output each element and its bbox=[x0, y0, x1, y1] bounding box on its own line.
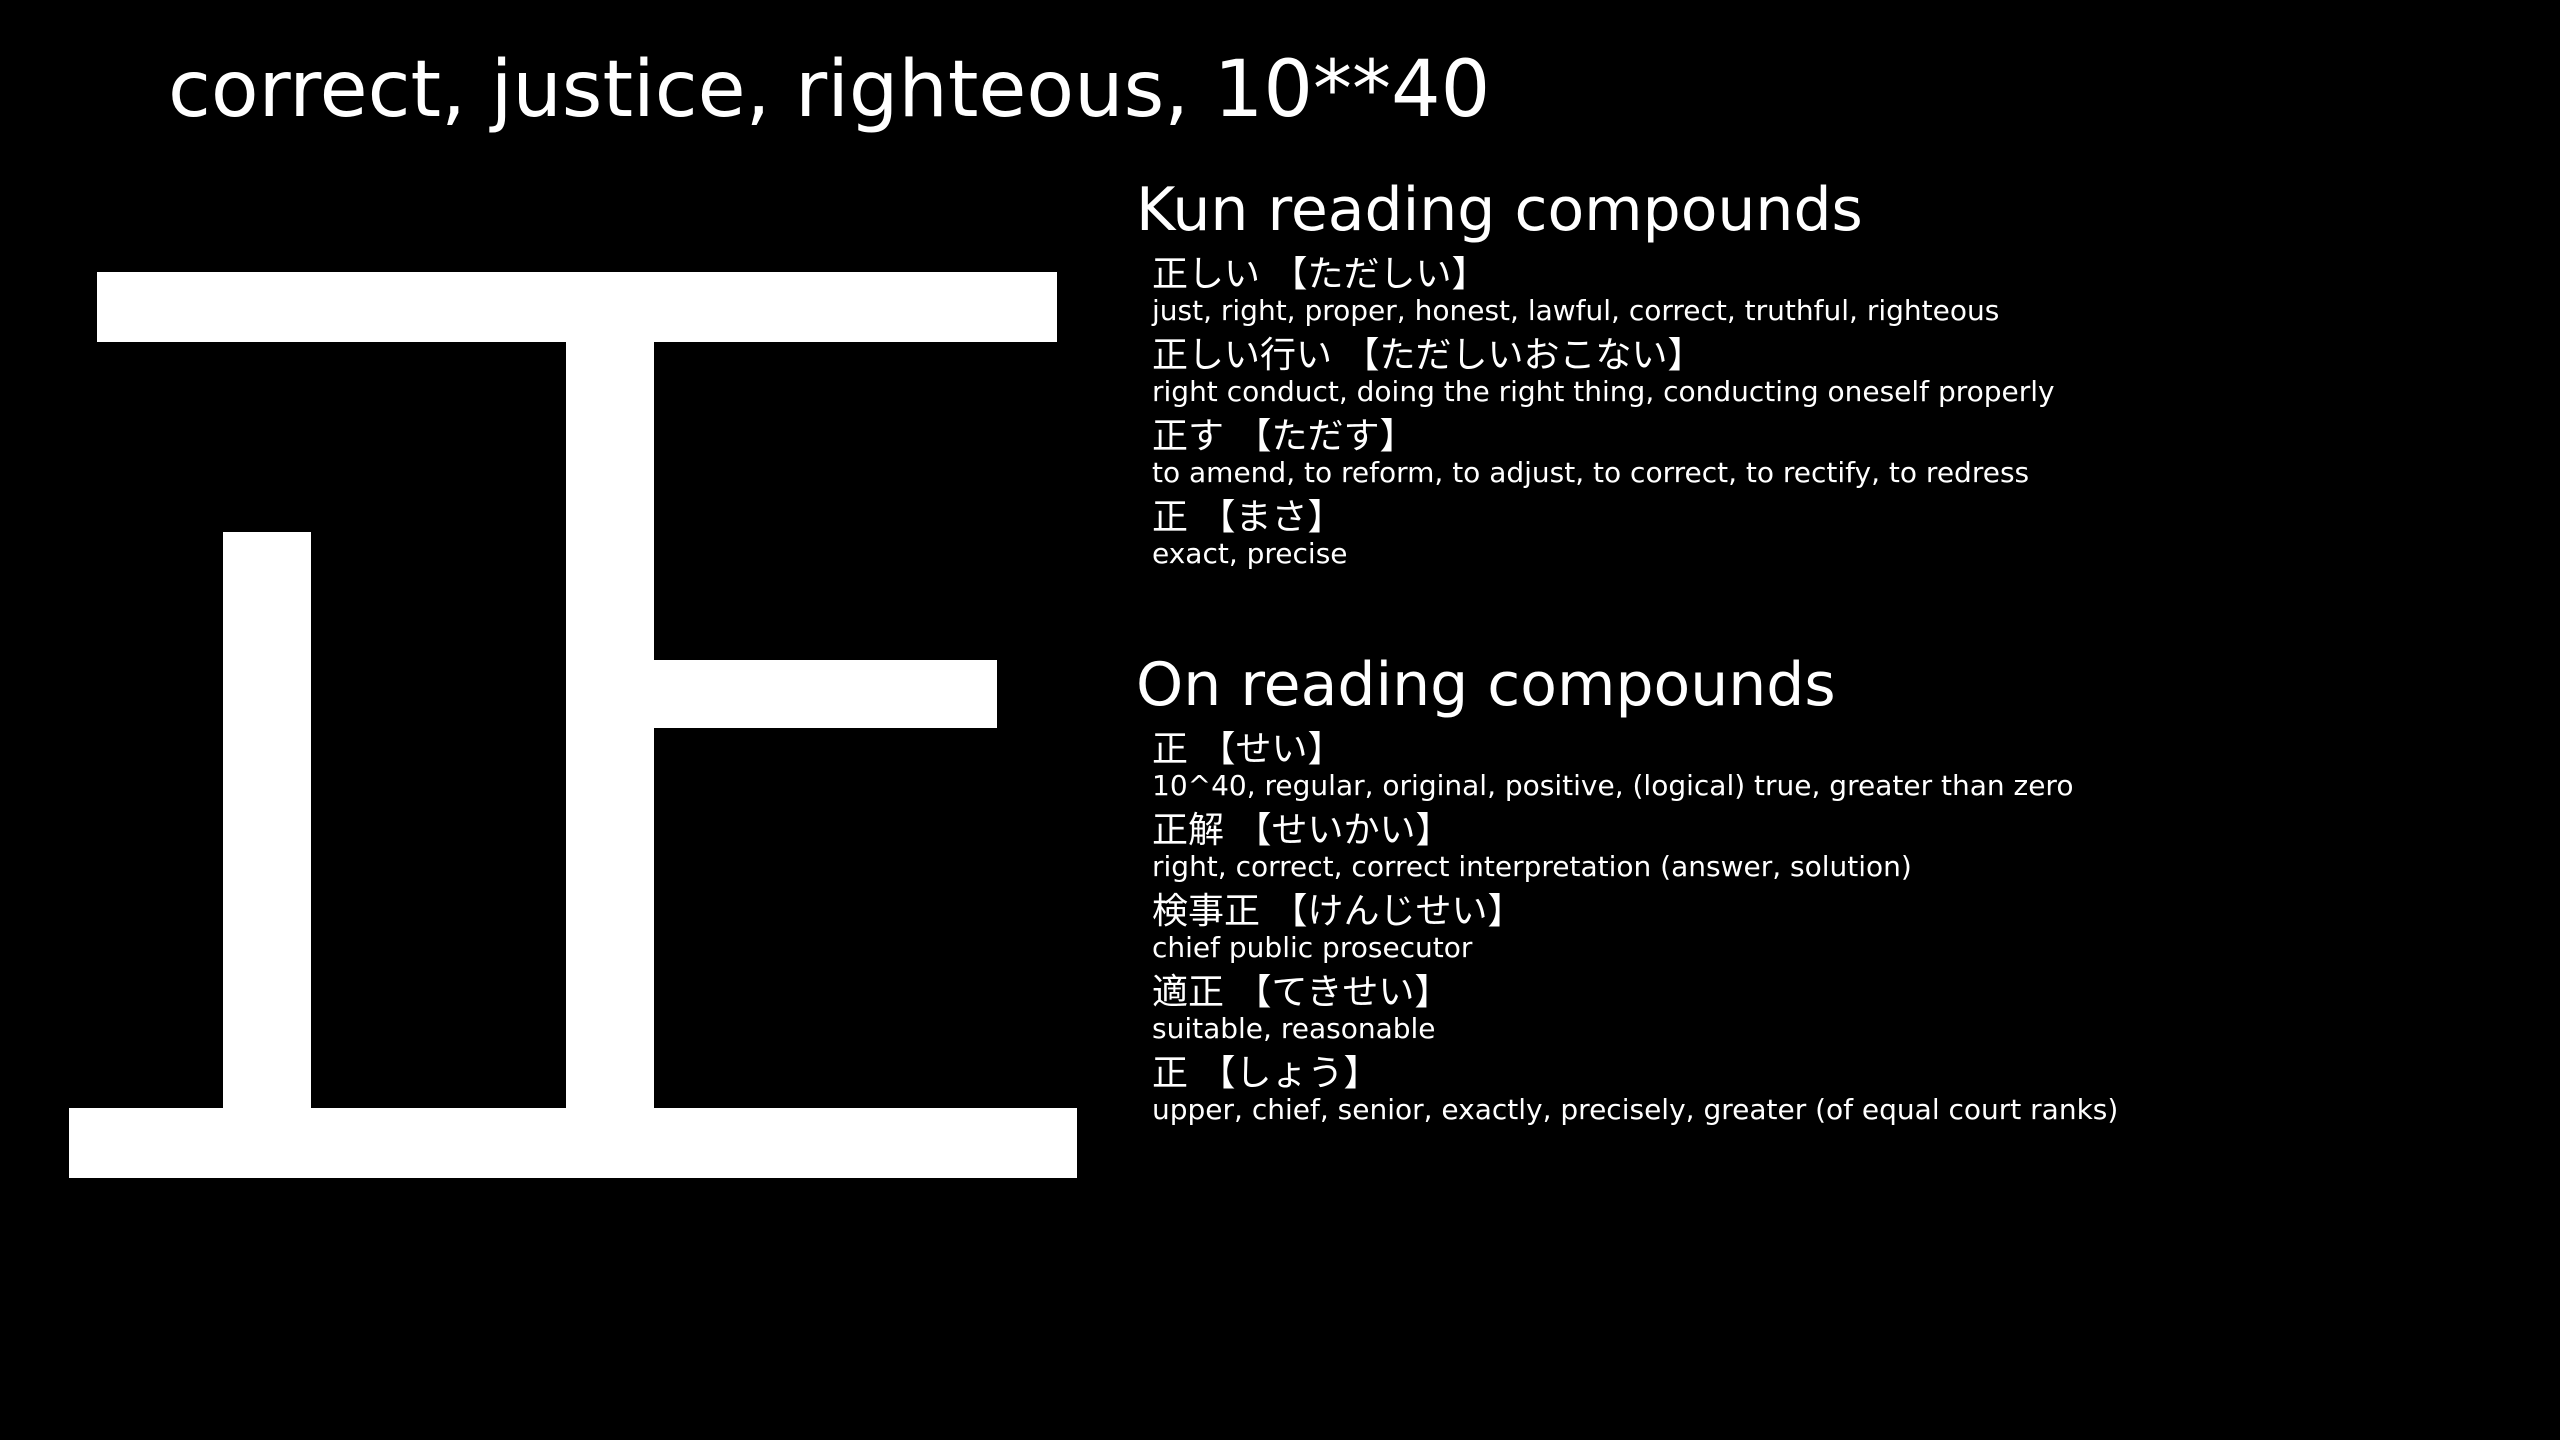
on-compound-item: 適正 【てきせい】 suitable, reasonable bbox=[1152, 972, 2118, 1053]
kun-reading-heading: Kun reading compounds bbox=[1136, 175, 1863, 245]
compound-word: 正す 【ただす】 bbox=[1152, 416, 1416, 457]
on-reading-heading: On reading compounds bbox=[1136, 650, 1836, 720]
kun-compound-item: 正しい 【ただしい】 just, right, proper, honest, … bbox=[1152, 254, 2055, 335]
compound-word: 正しい行い 【ただしいおこない】 bbox=[1152, 335, 1704, 376]
compound-gloss: upper, chief, senior, exactly, precisely… bbox=[1152, 1093, 2119, 1126]
glyph-stroke-center-vertical bbox=[566, 340, 654, 1110]
kun-compound-item: 正 【まさ】 exact, precise bbox=[1152, 497, 2055, 578]
glyph-stroke-bottom bbox=[69, 1108, 1077, 1178]
on-compound-item: 検事正 【けんじせい】 chief public prosecutor bbox=[1152, 891, 2118, 972]
compound-gloss: right, correct, correct interpretation (… bbox=[1152, 850, 1912, 883]
compound-gloss: exact, precise bbox=[1152, 537, 1348, 570]
compound-word: 正 【しょう】 bbox=[1152, 1053, 1380, 1094]
compound-word: 正解 【せいかい】 bbox=[1152, 810, 1452, 851]
compound-gloss: right conduct, doing the right thing, co… bbox=[1152, 375, 2055, 408]
compound-word: 検事正 【けんじせい】 bbox=[1152, 891, 1524, 932]
compound-gloss: suitable, reasonable bbox=[1152, 1012, 1436, 1045]
compound-gloss: chief public prosecutor bbox=[1152, 931, 1473, 964]
on-compound-item: 正解 【せいかい】 right, correct, correct interp… bbox=[1152, 810, 2118, 891]
kun-reading-section: Kun reading compounds 正しい 【ただしい】 just, r… bbox=[1136, 170, 2055, 578]
kun-compound-item: 正す 【ただす】 to amend, to reform, to adjust,… bbox=[1152, 416, 2055, 497]
glyph-stroke-right-horizontal bbox=[652, 660, 997, 728]
kun-compound-item: 正しい行い 【ただしいおこない】 right conduct, doing th… bbox=[1152, 335, 2055, 416]
compound-word: 正 【まさ】 bbox=[1152, 497, 1344, 538]
compound-word: 適正 【てきせい】 bbox=[1152, 972, 1451, 1013]
on-compound-item: 正 【せい】 10^40, regular, original, positiv… bbox=[1152, 729, 2118, 810]
kanji-glyph bbox=[69, 272, 1077, 1178]
glyph-stroke-top bbox=[97, 272, 1057, 342]
compound-gloss: just, right, proper, honest, lawful, cor… bbox=[1152, 294, 2000, 327]
glyph-stroke-left-vertical bbox=[223, 532, 311, 1110]
compound-gloss: to amend, to reform, to adjust, to corre… bbox=[1152, 456, 2030, 489]
compound-gloss: 10^40, regular, original, positive, (log… bbox=[1152, 769, 2074, 802]
on-reading-section: On reading compounds 正 【せい】 10^40, regul… bbox=[1136, 645, 2118, 1134]
compound-word: 正 【せい】 bbox=[1152, 729, 1344, 770]
compound-word: 正しい 【ただしい】 bbox=[1152, 254, 1488, 295]
on-compound-item: 正 【しょう】 upper, chief, senior, exactly, p… bbox=[1152, 1053, 2118, 1134]
